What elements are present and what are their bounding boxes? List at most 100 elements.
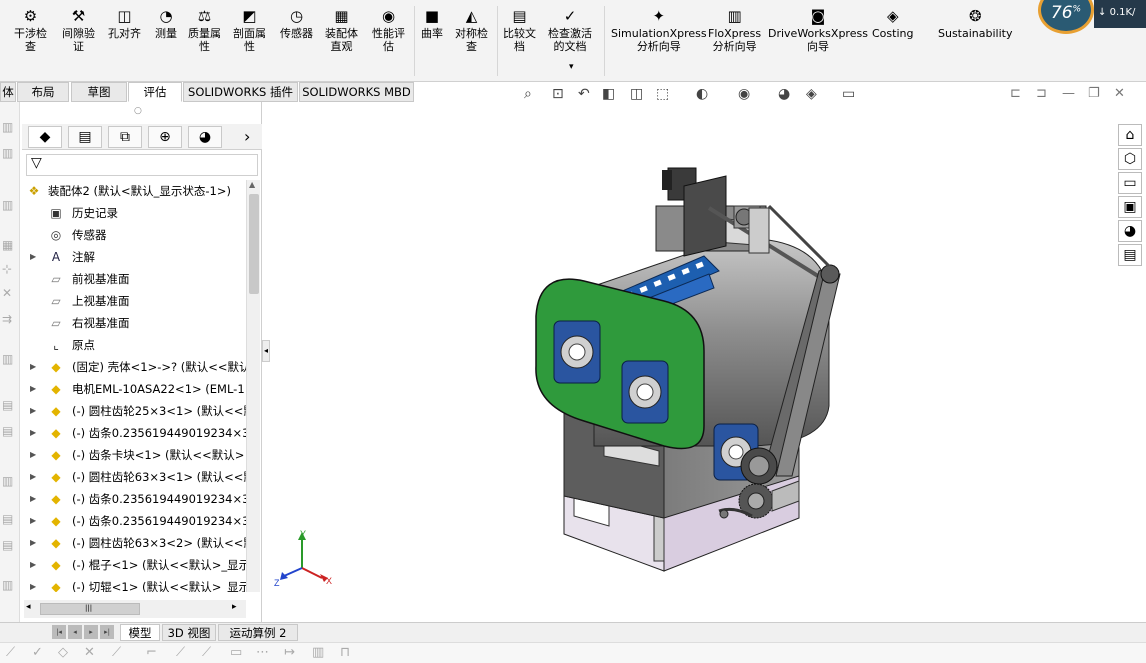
display-style-icon[interactable]: ◐ (696, 86, 708, 102)
pane-left-icon[interactable]: ⊏ (1010, 86, 1021, 101)
expand-arrow-icon[interactable]: ▶ (30, 488, 36, 510)
previous-view-icon[interactable]: ↶ (578, 86, 590, 102)
sustainability-button[interactable]: ❂ Sustainability (938, 6, 1012, 40)
prev-tab-arrow[interactable]: ◂ (68, 625, 82, 639)
tab-5[interactable]: SOLIDWORKS MBD (299, 82, 414, 102)
section-view-icon[interactable]: ◧ (602, 86, 615, 102)
sketch-tool-icon[interactable]: ⟋ (6, 645, 15, 660)
edit-appearance-icon[interactable]: ◕ (778, 86, 790, 102)
performance-evaluation-button[interactable]: ◉ 性能评 估 (372, 6, 405, 53)
property-manager-icon[interactable]: ▤ (68, 126, 102, 148)
tree-item[interactable]: ▶ ◆ (-) 圆柱齿轮25×3<1> (默认<<默 (22, 400, 248, 422)
expand-arrow-icon[interactable]: ▶ (30, 378, 36, 400)
pane-grip[interactable]: ○ (134, 106, 142, 116)
next-tab-arrow[interactable]: ▸ (84, 625, 98, 639)
configuration-manager-icon[interactable]: ⧉ (108, 126, 142, 148)
expand-arrow-icon[interactable]: ▶ (30, 356, 36, 378)
driveworksxpress-button[interactable]: ◙ DriveWorksXpress 向导 (768, 6, 868, 53)
tree-item[interactable]: ▶ ◆ (-) 齿条0.235619449019234×3 (22, 510, 248, 532)
tree-item[interactable]: ▶ ◆ (-) 棍子<1> (默认<<默认>_显示 (22, 554, 248, 576)
check-document-dropdown-icon[interactable]: ▾ (569, 62, 574, 72)
close-icon[interactable]: ✕ (1114, 86, 1125, 101)
tree-filter[interactable]: ▽ (26, 154, 258, 176)
scroll-thumb[interactable] (249, 194, 259, 294)
compare-documents-button[interactable]: ▤ 比较文 档 (503, 6, 536, 53)
expand-arrow-icon[interactable]: ▶ (30, 532, 36, 554)
tab-0[interactable]: 体 (0, 82, 16, 102)
view-palette-icon[interactable]: ▣ (1118, 196, 1142, 218)
tree-item[interactable]: ▶ ◆ (-) 齿条0.235619449019234×3 (22, 422, 248, 444)
tree-item[interactable]: ▶ ◆ (-) 圆柱齿轮63×3<2> (默认<<默 (22, 532, 248, 554)
tree-item[interactable]: ▱ 上视基准面 (22, 290, 248, 312)
custom-properties-icon[interactable]: ▤ (1118, 244, 1142, 266)
tree-item[interactable]: ▶ ◆ (-) 齿条0.235619449019234×3 (22, 488, 248, 510)
sketch-tool-icon[interactable]: ⟋ (112, 645, 121, 660)
tree-item[interactable]: ▶ ◆ (-) 齿条卡块<1> (默认<<默认> (22, 444, 248, 466)
symmetry-check-button[interactable]: ◭ 对称检 查 (455, 6, 488, 53)
tree-item[interactable]: ⌞ 原点 (22, 334, 248, 356)
sketch-tool-icon[interactable]: ✓ (32, 645, 43, 660)
expand-arrow-icon[interactable]: ▶ (30, 400, 36, 422)
interference-check-button[interactable]: ⚙ 干涉检 查 (14, 6, 47, 53)
measure-button[interactable]: ◔ 测量 (155, 6, 177, 40)
scroll-left-arrow[interactable]: ◂ (26, 602, 31, 612)
graphics-area[interactable] (264, 106, 1116, 622)
expand-arrow-icon[interactable]: ▶ (30, 422, 36, 444)
hide-show-items-icon[interactable]: ◉ (738, 86, 750, 102)
bottom-tab-0[interactable]: 模型 (120, 624, 160, 641)
bottom-tab-2[interactable]: 运动算例 2 (218, 624, 298, 641)
tab-4[interactable]: SOLIDWORKS 插件 (183, 82, 298, 102)
tree-item[interactable]: ◎ 传感器 (22, 224, 248, 246)
more-tabs-chevron-icon[interactable]: › (244, 127, 250, 146)
sensor-button[interactable]: ◷ 传感器 (280, 6, 313, 40)
mass-properties-button[interactable]: ⚖ 质量属 性 (188, 6, 221, 53)
sketch-tool-icon[interactable]: ⊓ (340, 645, 350, 660)
tree-item[interactable]: ▶ ◆ (固定) 壳体<1>->? (默认<<默认 (22, 356, 248, 378)
tree-item[interactable]: ❖ 装配体2 (默认<默认_显示状态-1>) (22, 180, 248, 202)
tree-item[interactable]: ▱ 右视基准面 (22, 312, 248, 334)
scroll-up-arrow[interactable]: ▲ (249, 180, 255, 189)
floxpress-button[interactable]: ▥ FloXpress 分析向导 (708, 6, 761, 53)
expand-arrow-icon[interactable]: ▶ (30, 246, 36, 268)
view-orientation-icon[interactable]: ⬚ (656, 86, 669, 102)
tree-horizontal-scrollbar[interactable]: ◂ ||| ▸ (24, 600, 246, 618)
last-tab-arrow[interactable]: ▸| (100, 625, 114, 639)
appearances-icon[interactable]: ◕ (1118, 220, 1142, 242)
sketch-tool-icon[interactable]: ◇ (58, 645, 68, 660)
clearance-verify-button[interactable]: ⚒ 间隙验 证 (62, 6, 95, 53)
tab-3[interactable]: 评估 (128, 82, 182, 102)
check-active-document-button[interactable]: ✓ 检查激活 的文档 (548, 6, 592, 53)
apply-scene-icon[interactable]: ◈ (806, 86, 817, 102)
minimize-icon[interactable]: — (1062, 86, 1075, 101)
zoom-to-area-icon[interactable]: ⊡ (552, 86, 564, 102)
horizontal-scroll-thumb[interactable]: ||| (40, 603, 140, 615)
section-properties-button[interactable]: ◩ 剖面属 性 (233, 6, 266, 53)
curvature-button[interactable]: ■ 曲率 (421, 6, 443, 40)
zoom-to-fit-icon[interactable]: ⌕ (524, 86, 532, 102)
expand-arrow-icon[interactable]: ▶ (30, 510, 36, 532)
sketch-tool-icon[interactable]: ↦ (284, 645, 295, 660)
pane-right-icon[interactable]: ⊐ (1036, 86, 1047, 101)
design-library-icon[interactable]: ⬡ (1118, 148, 1142, 170)
expand-arrow-icon[interactable]: ▶ (30, 576, 36, 592)
scroll-right-arrow[interactable]: ▸ (232, 602, 237, 612)
tab-1[interactable]: 布局 (17, 82, 69, 102)
feature-manager-icon[interactable]: ◆ (28, 126, 62, 148)
sketch-tool-icon[interactable]: ⟋ (202, 645, 211, 660)
expand-arrow-icon[interactable]: ▶ (30, 466, 36, 488)
expand-arrow-icon[interactable]: ▶ (30, 444, 36, 466)
sketch-tool-icon[interactable]: ⌐ (146, 645, 157, 660)
sketch-tool-icon[interactable]: ⟋ (176, 645, 185, 660)
bottom-tab-1[interactable]: 3D 视图 (162, 624, 216, 641)
simulationxpress-button[interactable]: ✦ SimulationXpress 分析向导 (611, 6, 707, 53)
hole-align-button[interactable]: ◫ 孔对齐 (108, 6, 141, 40)
display-manager-icon[interactable]: ◕ (188, 126, 222, 148)
tree-item[interactable]: ▱ 前视基准面 (22, 268, 248, 290)
assembly-visualization-button[interactable]: ▦ 装配体 直观 (325, 6, 358, 53)
tree-vertical-scrollbar[interactable]: ▲ (246, 180, 260, 592)
sketch-tool-icon[interactable]: ⋯ (256, 645, 269, 660)
tree-item[interactable]: ▶ ◆ (-) 圆柱齿轮63×3<1> (默认<<默 (22, 466, 248, 488)
file-explorer-icon[interactable]: ▭ (1118, 172, 1142, 194)
sketch-tool-icon[interactable]: ▥ (312, 645, 324, 660)
tree-item[interactable]: ▶ ◆ 电机EML-10ASA22<1> (EML-1 (22, 378, 248, 400)
